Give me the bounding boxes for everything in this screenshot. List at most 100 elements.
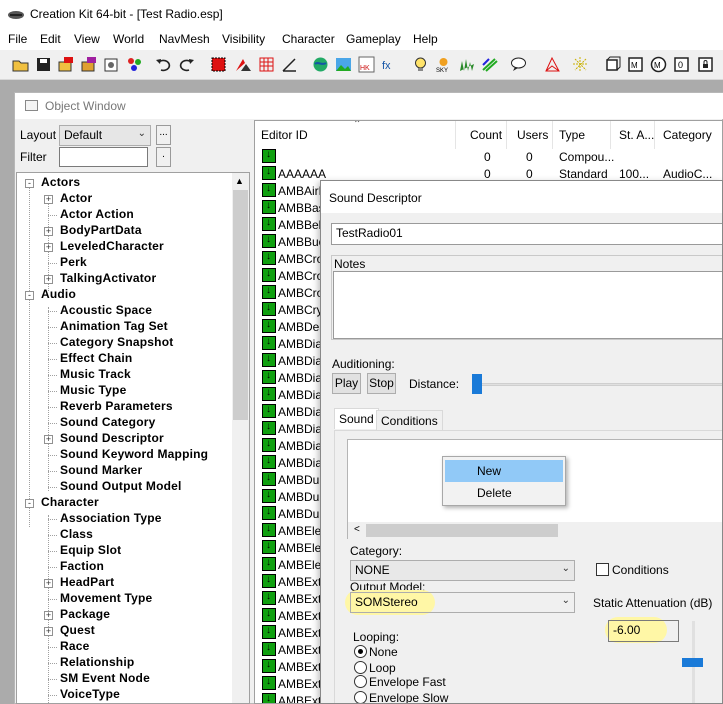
list-hscroll-thumb[interactable]	[366, 524, 558, 537]
column-type[interactable]: Type	[553, 121, 611, 149]
havok-icon[interactable]: HK	[358, 56, 375, 73]
expand-icon[interactable]: +	[44, 435, 53, 444]
menu-file[interactable]: File	[8, 32, 27, 46]
tree-item[interactable]: HeadPart	[60, 575, 114, 589]
redo-icon[interactable]	[178, 56, 195, 73]
expand-icon[interactable]: +	[44, 243, 53, 252]
list-row-editor-id[interactable]: AMBDun	[278, 473, 326, 487]
grass-icon[interactable]	[458, 56, 475, 73]
list-row-editor-id[interactable]: AMBBuo	[278, 235, 325, 249]
list-row-editor-id[interactable]: AMBDea	[278, 320, 326, 334]
expand-icon[interactable]: +	[44, 627, 53, 636]
stop-button[interactable]: Stop	[367, 373, 396, 394]
output-model-select[interactable]: SOMStereo ⌄	[350, 592, 575, 613]
tree-item[interactable]: Effect Chain	[60, 351, 132, 365]
looping-envelope-slow-radio[interactable]	[354, 691, 367, 703]
tree-item[interactable]: BodyPartData	[60, 223, 142, 237]
menu-world[interactable]: World	[113, 32, 144, 46]
angle-snap-icon[interactable]	[281, 56, 298, 73]
menu-visibility[interactable]: Visibility	[222, 32, 265, 46]
open-folder-icon[interactable]	[12, 56, 29, 73]
expand-icon[interactable]: +	[44, 195, 53, 204]
notes-textarea[interactable]	[333, 271, 722, 339]
tree-item[interactable]: Character	[41, 495, 99, 509]
tree-item[interactable]: Sound Output Model	[60, 479, 182, 493]
context-menu-delete[interactable]: Delete	[445, 482, 563, 504]
tree-item[interactable]: TalkingActivator	[60, 271, 156, 285]
grid-icon[interactable]	[258, 56, 275, 73]
static-attenuation-field[interactable]: -6.00	[608, 620, 679, 642]
tree-item[interactable]: Movement Type	[60, 591, 152, 605]
tree-item[interactable]: Actors	[41, 175, 80, 189]
tree-item[interactable]: Quest	[60, 623, 95, 637]
tree-item[interactable]: Animation Tag Set	[60, 319, 168, 333]
looping-envelope-fast-radio[interactable]	[354, 675, 367, 688]
tree-item[interactable]: Association Type	[60, 511, 162, 525]
lock-box-icon[interactable]	[697, 56, 714, 73]
object-window-title-bar[interactable]: Object Window	[15, 93, 723, 119]
expand-icon[interactable]: +	[44, 227, 53, 236]
tree-item[interactable]: Race	[60, 639, 90, 653]
expand-icon[interactable]: +	[44, 579, 53, 588]
list-row-editor-id[interactable]: AMBDun	[278, 490, 326, 504]
looping-loop-radio[interactable]	[354, 661, 367, 674]
tree-item[interactable]: Package	[60, 607, 110, 621]
zero-box-icon[interactable]: 0	[673, 56, 690, 73]
tree-item[interactable]: Equip Slot	[60, 543, 121, 557]
terrain-icon[interactable]	[235, 56, 252, 73]
globe-icon[interactable]	[312, 56, 329, 73]
tab-conditions[interactable]: Conditions	[376, 410, 443, 431]
m-circle-icon[interactable]: M	[650, 56, 667, 73]
tree-item[interactable]: Actor	[60, 191, 92, 205]
filter-input[interactable]	[59, 147, 148, 167]
column-count[interactable]: Count	[464, 121, 507, 149]
conditions-checkbox[interactable]	[596, 563, 609, 576]
tree-item[interactable]: Sound Category	[60, 415, 155, 429]
object-box-icon[interactable]	[604, 56, 621, 73]
tree-item[interactable]: Sound Marker	[60, 463, 142, 477]
play-button[interactable]: Play	[332, 373, 361, 394]
tree-item[interactable]: Class	[60, 527, 93, 541]
tree-scroll-thumb[interactable]	[233, 190, 248, 420]
list-row-editor-id[interactable]: AAAAAA	[278, 167, 326, 181]
column-category[interactable]: Category	[657, 121, 722, 149]
collapse-icon[interactable]: -	[25, 499, 34, 508]
menu-edit[interactable]: Edit	[40, 32, 61, 46]
menu-navmesh[interactable]: NavMesh	[159, 32, 210, 46]
tree-item[interactable]: Actor Action	[60, 207, 134, 221]
looping-none-radio[interactable]	[354, 645, 367, 658]
collapse-icon[interactable]: -	[25, 291, 34, 300]
sparkle-icon[interactable]	[572, 56, 589, 73]
distance-slider-track[interactable]	[477, 383, 722, 386]
menu-help[interactable]: Help	[413, 32, 438, 46]
layout-select[interactable]: Default ⌄	[59, 125, 151, 146]
fx-icon[interactable]: fx	[381, 56, 398, 73]
tree-item[interactable]: Sound Descriptor	[60, 431, 164, 445]
tree-item[interactable]: LeveledCharacter	[60, 239, 164, 253]
dots-icon[interactable]	[126, 56, 143, 73]
editor-id-field[interactable]: TestRadio01	[331, 223, 722, 245]
menu-character[interactable]: Character	[282, 32, 335, 46]
tree-item[interactable]: Perk	[60, 255, 87, 269]
tree-scrollbar[interactable]: ▲	[232, 173, 249, 703]
light-bulb-icon[interactable]	[412, 56, 429, 73]
list-hscrollbar[interactable]: <	[348, 522, 722, 539]
object-tree[interactable]: Actors - Actor + Actor Action BodyPartData + Le…	[16, 172, 250, 704]
scroll-left-icon[interactable]: <	[354, 524, 360, 535]
layout-options-button[interactable]: ...	[156, 125, 171, 145]
category-select[interactable]: NONE ⌄	[350, 560, 575, 581]
expand-icon[interactable]: +	[44, 611, 53, 620]
tree-item[interactable]: Audio	[41, 287, 76, 301]
ps-icon[interactable]	[57, 56, 74, 73]
tree-item[interactable]: Reverb Parameters	[60, 399, 173, 413]
tree-item[interactable]: Acoustic Space	[60, 303, 152, 317]
landscape-icon[interactable]	[335, 56, 352, 73]
markers-icon[interactable]	[481, 56, 498, 73]
list-row-editor-id[interactable]: AMBBas	[278, 201, 325, 215]
tree-item[interactable]: Music Type	[60, 383, 126, 397]
tree-item[interactable]: Sound Keyword Mapping	[60, 447, 208, 461]
m-box-icon[interactable]: M	[627, 56, 644, 73]
menu-gameplay[interactable]: Gameplay	[346, 32, 401, 46]
filter-options-button[interactable]: .	[156, 147, 171, 167]
save-icon[interactable]	[35, 56, 52, 73]
